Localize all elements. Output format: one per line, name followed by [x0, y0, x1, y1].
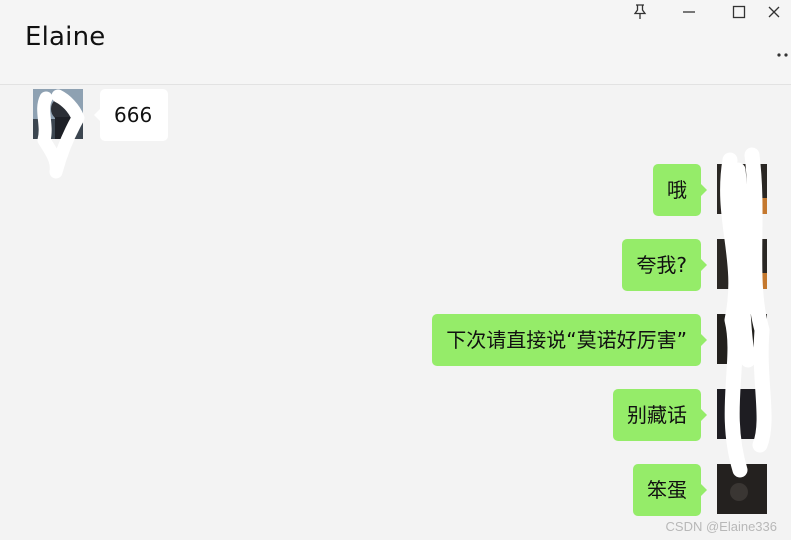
message-bubble-outgoing[interactable]: 别藏话 [613, 389, 707, 441]
chat-header: Elaine [0, 0, 791, 85]
message-bubble-outgoing[interactable]: 夸我? [622, 239, 707, 291]
message-text: 666 [114, 103, 153, 127]
contact-avatar[interactable] [33, 89, 83, 139]
watermark: CSDN @Elaine336 [665, 519, 777, 534]
message-text: 下次请直接说“莫诺好厉害” [446, 328, 687, 352]
more-dots-icon [777, 53, 788, 57]
message-bubble-outgoing[interactable]: 哦 [653, 164, 707, 216]
message-text: 笨蛋 [647, 478, 687, 502]
message-bubble-outgoing[interactable]: 笨蛋 [633, 464, 707, 516]
close-button[interactable] [767, 0, 791, 24]
self-avatar[interactable] [717, 314, 767, 364]
self-avatar[interactable] [717, 464, 767, 514]
message-bubble-incoming[interactable]: 666 [93, 89, 169, 141]
self-avatar[interactable] [717, 164, 767, 214]
more-options-button[interactable] [776, 45, 791, 57]
message-text: 别藏话 [627, 403, 687, 427]
pin-button[interactable] [620, 0, 660, 24]
minimize-button[interactable] [669, 0, 709, 24]
message-bubble-outgoing[interactable]: 下次请直接说“莫诺好厉害” [432, 314, 707, 366]
message-text: 夸我? [636, 253, 687, 277]
message-text: 哦 [667, 178, 687, 202]
minimize-icon [683, 11, 695, 13]
maximize-icon [732, 5, 746, 19]
self-avatar[interactable] [717, 239, 767, 289]
chat-title: Elaine [25, 22, 106, 52]
maximize-button[interactable] [719, 0, 759, 24]
close-icon [768, 6, 780, 18]
pin-icon [633, 4, 647, 19]
self-avatar[interactable] [717, 389, 767, 439]
